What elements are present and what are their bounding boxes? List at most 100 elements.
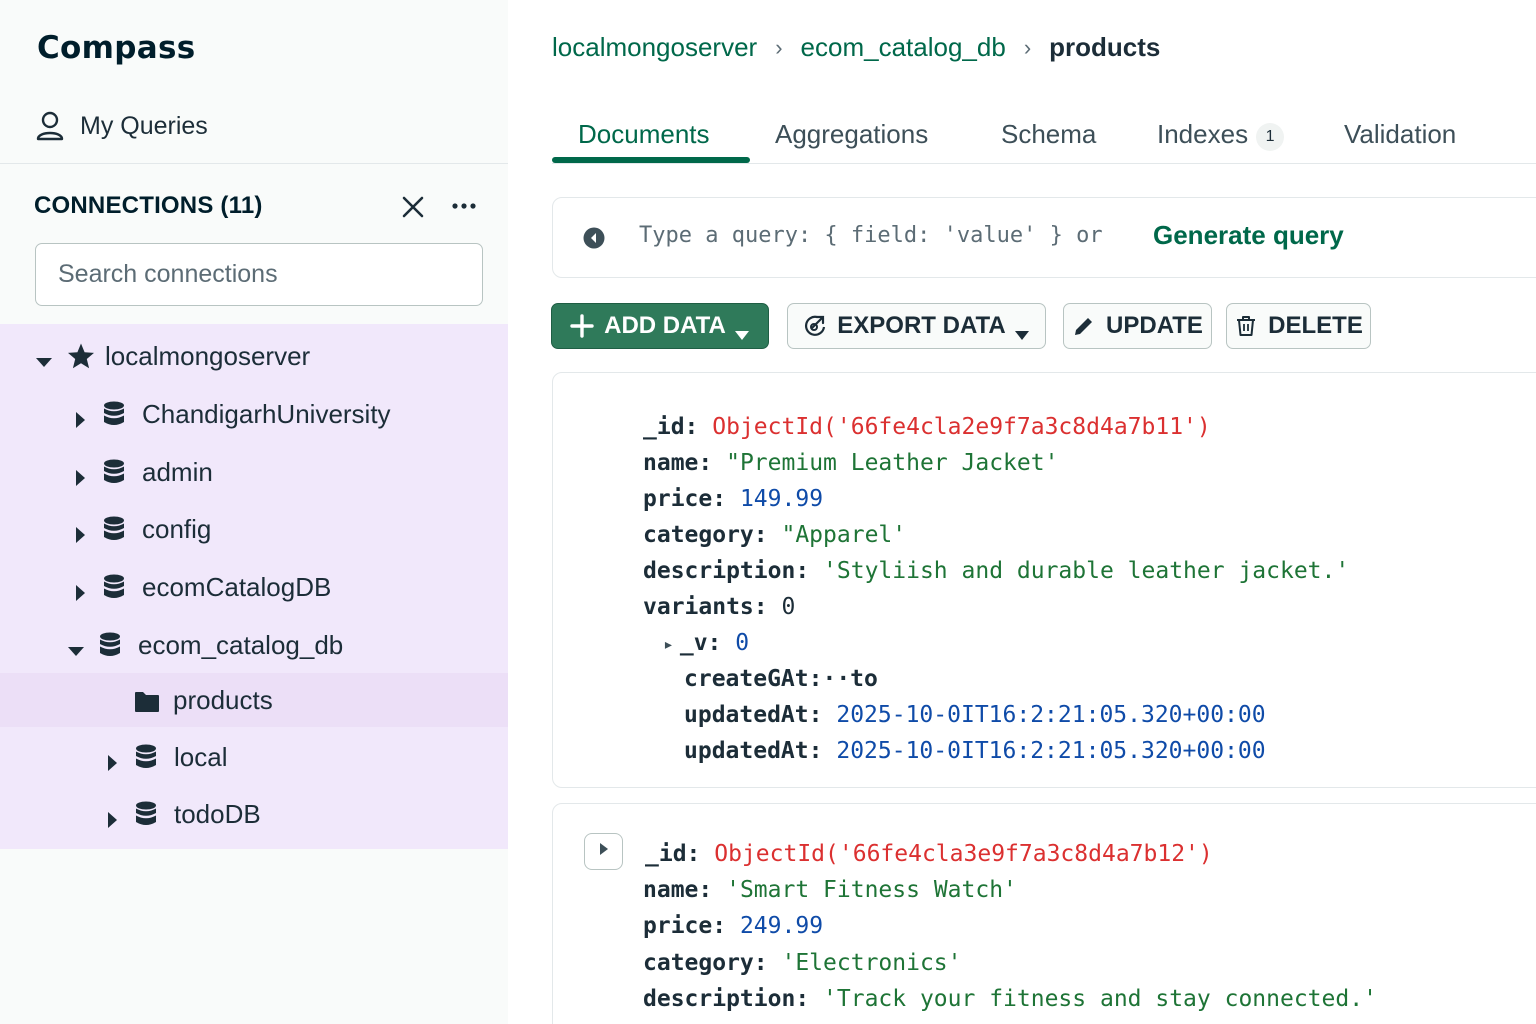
folder-icon: [134, 689, 160, 712]
database-icon: [103, 516, 125, 542]
database-icon: [135, 801, 157, 827]
breadcrumb-database[interactable]: ecom_catalog_db: [801, 32, 1006, 63]
tree-item-db[interactable]: local: [0, 730, 508, 784]
tab-schema[interactable]: Schema: [1001, 112, 1096, 156]
tree-item-label: products: [173, 684, 273, 715]
index-count-badge: 1: [1256, 123, 1285, 151]
query-history-icon[interactable]: [582, 226, 606, 250]
user-icon: [36, 111, 64, 141]
update-button[interactable]: UPDATE: [1063, 303, 1212, 349]
database-icon: [99, 632, 121, 658]
document-field: description: 'Track your fitness and sta…: [643, 986, 1377, 1012]
export-data-button[interactable]: EXPORT DATA: [787, 303, 1046, 349]
sidebar: Compass My Queries CONNECTIONS (11) loca…: [0, 0, 508, 1024]
document-field: category: "Apparel': [643, 522, 907, 548]
tree-item-db[interactable]: ecom_catalog_db: [0, 618, 508, 672]
tree-item-label: ecom_catalog_db: [138, 629, 344, 660]
star-icon: [67, 342, 95, 370]
add-data-label: ADD DATA: [604, 312, 726, 339]
tree-item-label: config: [142, 513, 212, 544]
database-icon: [103, 574, 125, 600]
update-label: UPDATE: [1106, 312, 1203, 339]
generate-query-link[interactable]: Generate query: [1153, 220, 1344, 251]
document-field: createGAt:··to: [684, 666, 878, 692]
delete-label: DELETE: [1268, 312, 1363, 339]
database-icon: [103, 401, 125, 427]
collection-tabs: Documents Aggregations Schema Indexes 1 …: [552, 104, 1536, 164]
search-connections-box: [35, 243, 483, 306]
caret-right-icon: [71, 578, 89, 601]
caret-right-icon: ▸: [663, 634, 674, 655]
active-tab-indicator: [552, 157, 750, 163]
app-title: Compass: [37, 30, 196, 66]
chevron-right-icon: ›: [1023, 34, 1032, 60]
delete-button[interactable]: DELETE: [1226, 303, 1371, 349]
document-field: price: 249.99: [643, 913, 824, 939]
document-card[interactable]: _id: ObjectId('66fe4cla3e9f7a3c8d4a7b12'…: [552, 803, 1536, 1024]
tree-item-label: local: [174, 741, 228, 772]
connection-tree: localmongoserver ChandigarhUniversity ad…: [0, 324, 508, 849]
connections-header: CONNECTIONS (11): [34, 192, 263, 219]
document-field: ▸ _v: 0: [663, 630, 750, 656]
chevron-down-icon: [734, 320, 750, 340]
document-card[interactable]: _id: ObjectId('66fe4cla2e9f7a3c8d4a7b11'…: [552, 372, 1536, 788]
plus-icon: [570, 314, 594, 338]
sidebar-divider: [0, 163, 508, 164]
tree-item-collection-products[interactable]: products: [0, 673, 508, 727]
tree-item-label: ChandigarhUniversity: [142, 398, 391, 429]
close-icon[interactable]: [400, 193, 426, 221]
my-queries-label: My Queries: [80, 111, 208, 140]
chevron-down-icon: [1014, 320, 1030, 340]
export-data-label: EXPORT DATA: [837, 312, 1006, 339]
document-field: price: 149.99: [643, 486, 824, 512]
document-field: category: 'Electronics': [643, 950, 962, 976]
tree-item-db[interactable]: ChandigarhUniversity: [0, 387, 508, 441]
document-field: updatedAt: 2025-10-0IT16:2:21:05.320+00:…: [684, 738, 1266, 764]
tree-item-db[interactable]: todoDB: [0, 787, 508, 841]
caret-right-icon: [103, 748, 121, 771]
add-data-button[interactable]: ADD DATA: [551, 303, 769, 349]
document-field: name: 'Smart Fitness Watch': [643, 877, 1017, 903]
chevron-right-icon: ›: [775, 34, 783, 60]
tree-item-localmongoserver[interactable]: localmongoserver: [0, 329, 508, 383]
search-connections-input[interactable]: [58, 260, 458, 289]
tree-item-label: admin: [142, 456, 213, 487]
document-field: variants: 0: [643, 594, 796, 620]
trash-icon: [1234, 314, 1258, 338]
document-field: _id: ObjectId('66fe4cla3e9f7a3c8d4a7b12'…: [645, 841, 1213, 867]
my-queries-item[interactable]: My Queries: [36, 108, 208, 144]
document-field: name: "Premium Leather Jacket': [643, 450, 1059, 476]
tree-item-label: localmongoserver: [105, 340, 311, 371]
caret-down-icon: [67, 636, 85, 656]
database-icon: [103, 459, 125, 485]
breadcrumb-collection: products: [1049, 32, 1161, 62]
database-icon: [135, 744, 157, 770]
query-bar[interactable]: Type a query: { field: 'value' } or Gene…: [552, 197, 1536, 278]
query-input-placeholder[interactable]: Type a query: { field: 'value' } or: [639, 223, 1103, 248]
caret-right-icon: [71, 405, 89, 428]
caret-down-icon: [35, 347, 53, 367]
tree-item-db[interactable]: config: [0, 502, 508, 556]
pencil-icon: [1072, 314, 1096, 338]
tab-aggregations[interactable]: Aggregations: [775, 112, 928, 156]
tab-documents[interactable]: Documents: [578, 112, 710, 156]
tree-item-db[interactable]: ecomCatalogDB: [0, 560, 508, 614]
expand-document-button[interactable]: [584, 833, 623, 870]
tab-indexes[interactable]: Indexes 1: [1157, 112, 1285, 156]
tree-item-db[interactable]: admin: [0, 445, 508, 499]
document-field: _id: ObjectId('66fe4cla2e9f7a3c8d4a7b11'…: [643, 414, 1211, 440]
caret-right-icon: [598, 842, 610, 861]
document-field: updatedAt: 2025-10-0IT16:2:21:05.320+00:…: [684, 702, 1266, 728]
caret-right-icon: [103, 805, 121, 828]
document-field: description: 'Styliish and durable leath…: [643, 558, 1350, 584]
tree-item-label: ecomCatalogDB: [142, 571, 332, 602]
tab-indexes-label: Indexes: [1157, 118, 1249, 149]
breadcrumb: localmongoserver › ecom_catalog_db › pro…: [552, 32, 1160, 63]
export-icon: [803, 314, 827, 338]
tree-item-label: todoDB: [174, 798, 261, 829]
breadcrumb-server[interactable]: localmongoserver: [552, 32, 757, 63]
caret-right-icon: [71, 520, 89, 543]
caret-right-icon: [71, 463, 89, 486]
tab-validation[interactable]: Validation: [1344, 112, 1456, 156]
ellipsis-icon[interactable]: [450, 196, 478, 216]
